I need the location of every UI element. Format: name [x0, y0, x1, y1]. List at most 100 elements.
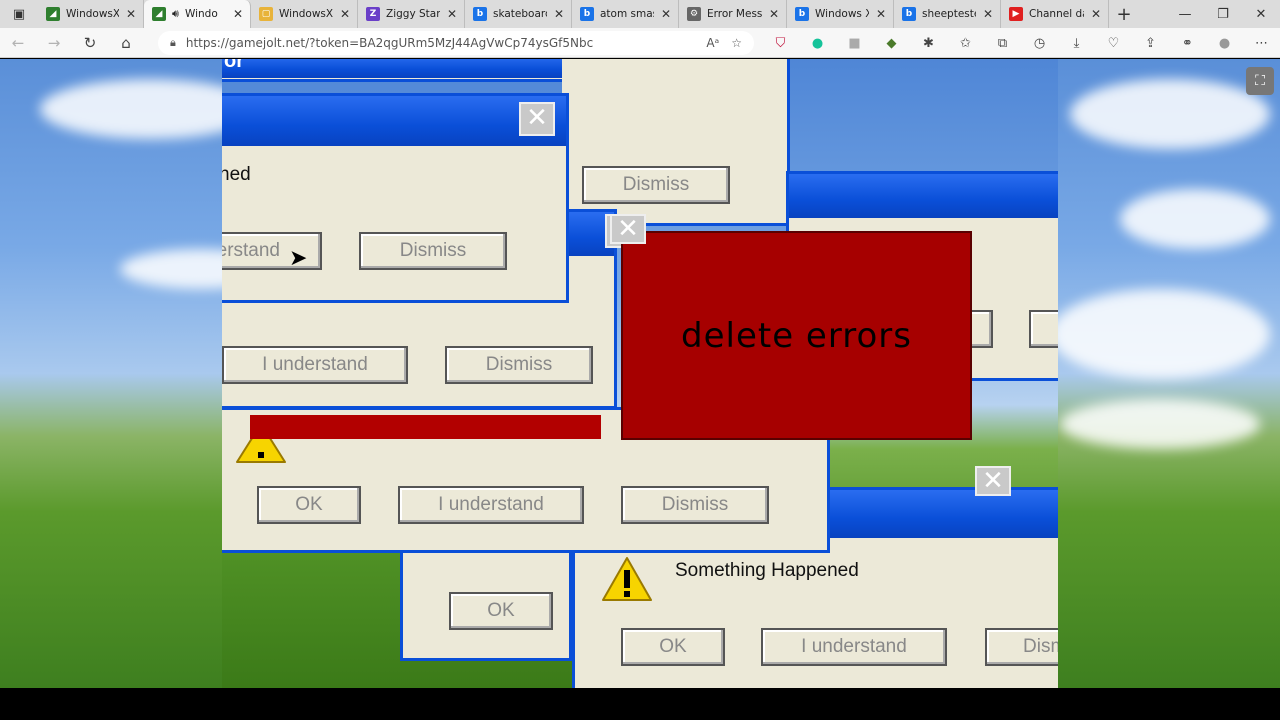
browser-tab[interactable]: b atom smash ✕	[572, 0, 679, 28]
grammarly-icon[interactable]: ●	[799, 36, 836, 51]
browser-tab[interactable]: Z Ziggy Stard ✕	[358, 0, 465, 28]
minimize-icon[interactable]: —	[1166, 0, 1204, 28]
url-text: https://gamejolt.net/?token=BA2qgURm5MzJ…	[185, 36, 594, 50]
puzzle-icon[interactable]: ✱	[910, 36, 947, 51]
shield-extension-icon[interactable]: ⛉	[762, 36, 799, 51]
lock-icon[interactable]: 🔒︎	[170, 36, 176, 50]
dialog-titlebar	[222, 96, 566, 146]
tab-title: skateboard	[493, 8, 547, 20]
bing-icon: b	[473, 7, 487, 21]
share-icon[interactable]: ⇪	[1132, 36, 1169, 51]
tab-close-icon[interactable]: ✕	[125, 7, 137, 21]
maximize-icon[interactable]: ❐	[1204, 0, 1242, 28]
browser-tab[interactable]: ⚙ Error Messa ✕	[679, 0, 787, 28]
dialog-message: ned	[222, 164, 251, 185]
cloud	[1070, 79, 1270, 149]
favorite-star-icon[interactable]: ☆	[731, 36, 742, 50]
tab-title: Windows X	[815, 8, 869, 20]
home-icon[interactable]: ⌂	[108, 28, 144, 58]
tab-close-icon[interactable]: ✕	[768, 7, 780, 21]
audio-icon[interactable]: 🔊︎	[172, 7, 179, 21]
red-bar	[250, 415, 601, 439]
refresh-icon[interactable]: ↻	[72, 28, 108, 58]
history-icon[interactable]: ◷	[1021, 36, 1058, 51]
window-controls: — ❐ ✕	[1166, 0, 1280, 28]
profile-avatar[interactable]: ●	[1206, 36, 1243, 51]
extensions-bar: ⛉ ● ■ ◆ ✱ ✩ ⧉ ◷ ⤓ ♡ ⇪ ⚭ ● ⋯	[762, 28, 1280, 58]
dismiss-button[interactable]: Dism	[985, 628, 1058, 666]
address-input[interactable]: 🔒︎ https://gamejolt.net/?token=BA2qgURm5…	[158, 31, 754, 55]
tab-close-icon[interactable]: ✕	[553, 7, 565, 21]
warning-icon	[602, 557, 652, 601]
browser-tab[interactable]: ▶ Channel da ✕	[1001, 0, 1109, 28]
dismiss-button[interactable]: Dismiss	[359, 232, 507, 270]
tab-title: sheepteste	[922, 8, 976, 20]
collections-icon[interactable]: ⧉	[984, 36, 1021, 51]
dialog-message: Something Happened	[675, 560, 859, 581]
copilot-icon[interactable]: ⚭	[1169, 36, 1206, 51]
read-aloud-icon[interactable]: Aᵃ	[706, 36, 719, 50]
bing-icon: b	[580, 7, 594, 21]
tab-title: WindowsXP	[279, 8, 333, 20]
close-icon[interactable]: ✕	[975, 466, 1011, 496]
tab-close-icon[interactable]: ✕	[1090, 7, 1102, 21]
new-tab-button[interactable]: +	[1109, 4, 1139, 25]
game-canvas[interactable]: or ✕ Dismiss ✕ I understand Dismiss ✕ ne…	[222, 59, 1058, 688]
browser-tab[interactable]: b skateboard ✕	[465, 0, 572, 28]
cloud	[1050, 289, 1270, 379]
tab-title: Windo	[184, 8, 218, 20]
close-icon[interactable]: ✕	[519, 102, 555, 136]
forward-icon[interactable]: →	[36, 28, 72, 58]
downloads-icon[interactable]: ⤓	[1058, 36, 1095, 51]
browser-tab[interactable]: ◢ WindowsXP ✕	[38, 0, 144, 28]
tab-title: Error Messa	[707, 8, 762, 20]
tab-close-icon[interactable]: ✕	[660, 7, 672, 21]
cube-extension-icon[interactable]: ◆	[873, 36, 910, 51]
tab-title: WindowsXP	[66, 8, 119, 20]
browser-essentials-icon[interactable]: ♡	[1095, 36, 1132, 51]
browser-tab[interactable]: b Windows X ✕	[787, 0, 894, 28]
dismiss-button[interactable]: Dismiss	[621, 486, 769, 524]
close-icon[interactable]: ✕	[610, 214, 646, 244]
ok-button[interactable]: OK	[449, 592, 553, 630]
page-viewport: ⛶ or ✕ Dismiss ✕ I understand Dismiss	[0, 59, 1280, 688]
back-icon[interactable]: ←	[0, 28, 36, 58]
page-icon: ▢	[259, 7, 273, 21]
address-toolbar: ← → ↻ ⌂ 🔒︎ https://gamejolt.net/?token=B…	[0, 28, 1280, 58]
tab-actions-icon[interactable]: ▣	[0, 0, 38, 28]
fullscreen-icon[interactable]: ⛶	[1246, 67, 1274, 95]
browser-tab[interactable]: ▢ WindowsXP ✕	[251, 0, 358, 28]
tab-close-icon[interactable]: ✕	[446, 7, 458, 21]
i-understand-button[interactable]: I understand	[398, 486, 584, 524]
dialog-button[interactable]	[1029, 310, 1058, 348]
dialog-titlebar	[789, 174, 1058, 218]
youtube-icon: ▶	[1009, 7, 1023, 21]
mouse-cursor-icon: ➤	[289, 246, 308, 271]
i-understand-button[interactable]: I understand	[222, 346, 408, 384]
favorites-icon[interactable]: ✩	[947, 36, 984, 51]
gamejolt-icon: ◢	[152, 7, 166, 21]
bing-icon: b	[795, 7, 809, 21]
browser-tab[interactable]: ◢ 🔊︎ Windo ✕	[144, 0, 251, 28]
delete-errors-button[interactable]: delete errors	[621, 231, 972, 440]
extension-icon[interactable]: ■	[836, 36, 873, 51]
browser-tab[interactable]: b sheepteste ✕	[894, 0, 1001, 28]
close-window-icon[interactable]: ✕	[1242, 0, 1280, 28]
ok-button[interactable]: OK	[621, 628, 725, 666]
tab-bar: ▣ ◢ WindowsXP ✕ ◢ 🔊︎ Windo ✕ ▢ WindowsXP ✕ Z Ziggy …	[0, 0, 1280, 28]
error-icon: ⚙	[687, 7, 701, 21]
dismiss-button[interactable]: Dismiss	[582, 166, 730, 204]
tab-close-icon[interactable]: ✕	[875, 7, 887, 21]
ok-button[interactable]: OK	[257, 486, 361, 524]
ziggy-icon: Z	[366, 7, 380, 21]
tab-close-icon[interactable]: ✕	[232, 7, 244, 21]
tab-title: Channel da	[1029, 8, 1084, 20]
tab-close-icon[interactable]: ✕	[982, 7, 994, 21]
more-menu-icon[interactable]: ⋯	[1243, 36, 1280, 51]
dismiss-button[interactable]: Dismiss	[445, 346, 593, 384]
tab-close-icon[interactable]: ✕	[339, 7, 351, 21]
taskbar-strip	[0, 688, 1280, 720]
cloud	[1060, 399, 1260, 449]
tab-title: Ziggy Stard	[386, 8, 440, 20]
i-understand-button[interactable]: I understand	[761, 628, 947, 666]
